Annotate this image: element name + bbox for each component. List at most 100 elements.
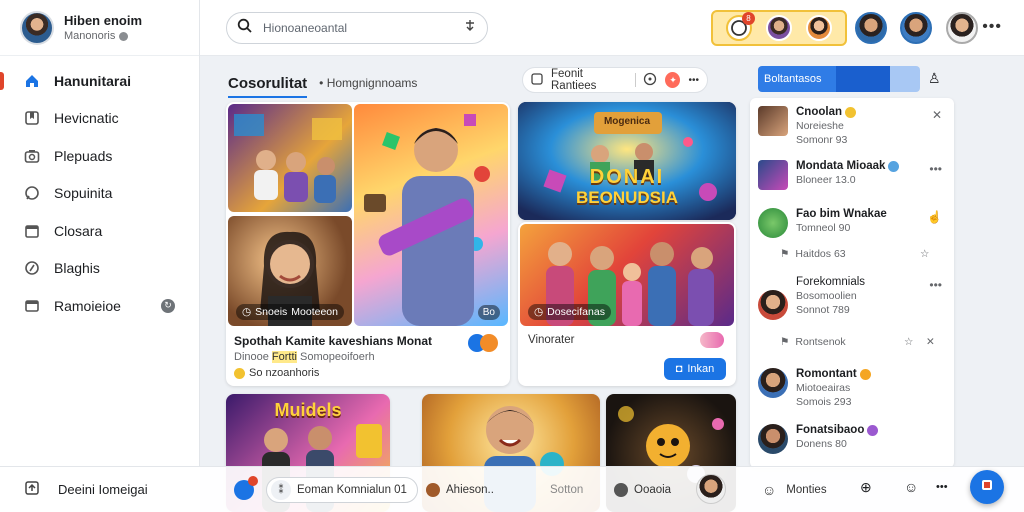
filter-pill-label: Feonit Rantiees (551, 68, 597, 92)
bottom-item-ooaoia[interactable]: Ooaoia (614, 477, 671, 503)
post-card[interactable]: Bo ◷ Snoeis Mooteeon Spothah Kamite kavesh… (226, 102, 510, 386)
post-image[interactable] (228, 104, 352, 212)
post-image[interactable]: Bo (354, 104, 508, 326)
avatar[interactable] (946, 12, 978, 44)
mic-icon[interactable] (463, 19, 477, 38)
more-icon[interactable]: ••• (929, 162, 942, 176)
sidebar-footer[interactable]: Deeini Iomeigai (0, 466, 200, 512)
chat-icon (24, 185, 40, 201)
list-item[interactable]: Mondata Mioaak Bloneer 13.0 ••• (758, 160, 946, 190)
image-caption-chip: Bo (477, 305, 500, 320)
camera-icon (24, 148, 40, 164)
bottom-item-sotton[interactable]: Sotton (550, 477, 583, 503)
notification-badge: 8 (742, 12, 755, 25)
list-sub-row[interactable]: ⚑ Haitdos 63 ☆ (780, 248, 929, 260)
info-icon[interactable] (643, 72, 657, 89)
avatar[interactable] (696, 474, 726, 504)
close-icon[interactable]: ✕ (932, 108, 942, 122)
bottom-item-chat[interactable]: ⁑ Eoman Komnialun 01 (266, 477, 418, 503)
notification-group[interactable]: 8 (711, 10, 847, 46)
emoji-icon (888, 160, 900, 172)
more-icon[interactable]: ••• (688, 75, 699, 86)
messenger-icon (234, 476, 258, 500)
flag-icon: ⚑ (780, 248, 790, 260)
search-plus-icon[interactable]: ⊕ (860, 479, 872, 496)
emoji-icon[interactable]: ☺ (904, 479, 918, 495)
emoji-icon (867, 424, 879, 436)
list-item[interactable]: Cnoolan Noreieshe Somonr 93 ✕ (758, 106, 946, 146)
action-button[interactable]: ◘ Inkan (664, 358, 726, 380)
sidebar-item-home[interactable]: Hanunitarai (0, 62, 199, 100)
user-search-icon[interactable]: ♙ (928, 70, 941, 87)
toggle-switch[interactable] (700, 332, 724, 348)
smile-icon (234, 367, 245, 379)
tab-active[interactable]: Cosorulitat (228, 69, 308, 98)
more-icon[interactable]: ••• (929, 278, 942, 292)
grid-icon: ⁑ (271, 480, 291, 500)
avatar (758, 290, 788, 320)
sidebar-item-sopuinita[interactable]: Sopuinita (0, 175, 199, 213)
edit-icon (531, 72, 543, 88)
avatar[interactable] (806, 15, 832, 41)
contact-list: Cnoolan Noreieshe Somonr 93 ✕ Mondata Mi… (750, 98, 954, 468)
tab-secondary[interactable] (836, 66, 890, 92)
calendar-icon (24, 223, 40, 239)
search-input[interactable] (263, 21, 453, 35)
refresh-icon[interactable]: ↻ (161, 298, 175, 313)
post-card[interactable]: Mogenica DONAI BEONUDSIA (518, 102, 736, 220)
tab-secondary[interactable]: • Homgnignnoams (319, 76, 417, 90)
compose-button[interactable] (970, 470, 1004, 504)
avatar[interactable] (855, 12, 887, 44)
more-options-icon[interactable]: ••• (982, 18, 1002, 36)
bottom-item-ahieson[interactable]: Ahieson.. (426, 477, 494, 503)
notification-bell-icon[interactable]: 8 (726, 12, 755, 41)
profile-header[interactable]: Hiben enoim Manonoris (0, 0, 199, 56)
bookmark-icon (24, 110, 40, 126)
sidebar-item-plepuads[interactable]: Plepuads (0, 137, 199, 175)
filter-pill[interactable]: Feonit Rantiees ✦ ••• (522, 67, 708, 93)
image-caption-chip: ◷ Snoeis Mooteeon (236, 304, 344, 320)
avatar[interactable] (900, 12, 932, 44)
sidebar-item-blaghis[interactable]: Blaghis (0, 250, 199, 288)
right-tabs[interactable]: Boltantasos (758, 66, 920, 92)
avatar (426, 483, 440, 497)
list-item[interactable]: Fao bim Wnakae Tomneol 90 ☝ (758, 208, 946, 238)
bottom-item-monties[interactable]: ☺ Monties (762, 477, 827, 503)
sidebar: Hiben enoim Manonoris Hanunitarai Hevicn… (0, 0, 200, 512)
reaction-icon[interactable]: ✦ (665, 72, 681, 88)
tab-tertiary[interactable] (890, 66, 920, 92)
sidebar-item-hevicnatic[interactable]: Hevicnatic (0, 100, 199, 138)
post-image[interactable]: ◷ Dosecifanas (520, 224, 734, 326)
divider (634, 73, 636, 87)
close-icon[interactable]: ✕ (926, 336, 935, 348)
reaction-icons[interactable] (468, 334, 498, 352)
list-item[interactable]: Fonatsibaoo Donens 80 (758, 424, 946, 454)
list-item[interactable]: Romontant Miotoeairas Somois 293 (758, 368, 946, 408)
sidebar-item-label: Sopuinita (54, 185, 113, 202)
bottom-item-label: Ahieson.. (446, 484, 494, 496)
sidebar-item-label: Blaghis (54, 260, 100, 277)
avatar[interactable] (766, 15, 792, 41)
star-icon[interactable]: ☆ (904, 336, 913, 348)
post-title[interactable]: Spothah Kamite kaveshians Monat (234, 334, 432, 348)
thumbs-up-icon[interactable]: ☝ (927, 210, 942, 224)
search-bar[interactable] (226, 12, 488, 44)
post-card[interactable]: ◷ Dosecifanas Vinorater ◘ Inkan (518, 222, 736, 386)
sidebar-item-closara[interactable]: Closara (0, 212, 199, 250)
avatar (758, 106, 788, 136)
sidebar-item-label: Closara (54, 222, 103, 239)
smile-icon: ☺ (762, 482, 777, 498)
clock-icon: ◷ (242, 306, 252, 318)
banner-title: Muidels (274, 400, 342, 420)
list-item[interactable]: Forekomnials Bosomoolien Sonnot 789 ••• (758, 276, 946, 320)
sidebar-item-ramoieioe[interactable]: Ramoieioe ↻ (0, 287, 199, 325)
list-sub-row[interactable]: ⚑ Rontsenok ☆ ✕ (780, 336, 935, 348)
bottom-item-messenger[interactable] (234, 476, 258, 503)
banner-top-text: Mogenica (603, 116, 651, 127)
post-image[interactable]: ◷ Snoeis Mooteeon (228, 216, 352, 326)
star-icon[interactable]: ☆ (920, 248, 929, 260)
tab-primary[interactable]: Boltantasos (758, 66, 836, 92)
avatar (758, 160, 788, 190)
avatar[interactable] (20, 10, 54, 45)
more-options-icon[interactable]: ••• (936, 481, 948, 493)
